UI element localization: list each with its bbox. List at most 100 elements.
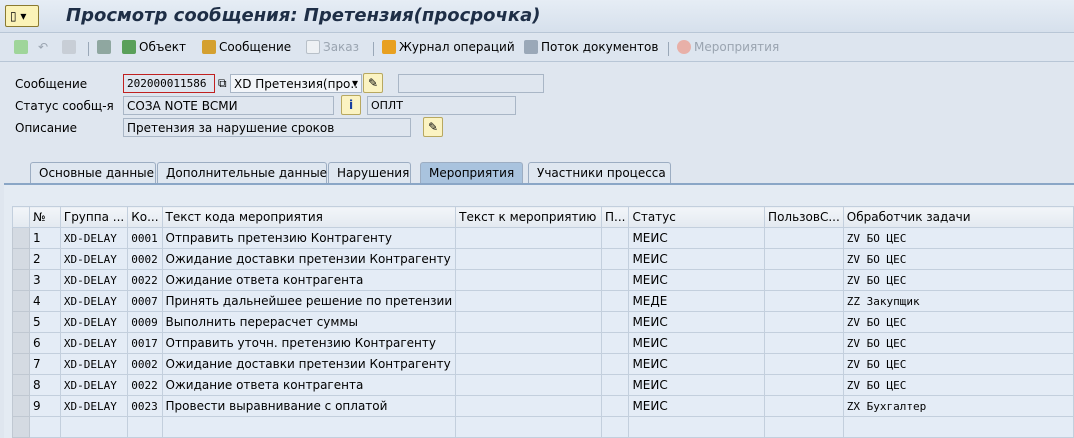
row-selector[interactable] [12, 248, 30, 270]
message-label: Сообщение [15, 77, 88, 91]
row-selector[interactable] [12, 332, 30, 354]
cell-user-status [764, 248, 844, 270]
status-field: СОЗА NOTE ВСМИ [123, 96, 334, 115]
description-field: Претензия за нарушение сроков [123, 118, 411, 137]
cell-p [600, 311, 630, 333]
status-label: Статус сообщ-я [15, 99, 114, 113]
cell-status: МЕИС [628, 332, 766, 354]
cell-p [600, 374, 630, 396]
partner-icon[interactable] [97, 40, 111, 54]
cell-p [600, 353, 630, 375]
table-row[interactable] [12, 416, 1074, 438]
cell-user-status [764, 269, 844, 291]
object-icon [122, 40, 136, 54]
table-row[interactable]: 5 XD-DELAY 0009 Выполнить перерасчет суммы М… [12, 311, 1074, 333]
tab-activities[interactable]: Мероприятия [420, 162, 523, 183]
cell-number: 5 [29, 311, 61, 333]
message-button[interactable]: Сообщение [202, 40, 291, 54]
select-all-cell[interactable] [12, 206, 30, 228]
info-icon[interactable]: i [341, 95, 361, 115]
cell-p [600, 416, 630, 438]
table-row[interactable]: 3 XD-DELAY 0022 Ожидание ответа контрагента… [12, 269, 1074, 291]
cell-task-processor: ZV БО ЦЕС [842, 374, 1074, 396]
document-icon [306, 40, 320, 54]
title-bar: ▯ ▾ Просмотр сообщения: Претензия(просро… [0, 0, 1074, 33]
cell-activity-text [455, 395, 602, 417]
order-button[interactable]: Заказ [306, 40, 359, 54]
column-header-number[interactable]: № [29, 206, 61, 228]
cell-code-text: Ожидание доставки претензии Контрагенту [161, 248, 457, 270]
copy-icon[interactable]: ⧉ [218, 76, 227, 91]
row-selector[interactable] [12, 374, 30, 396]
cell-group: XD-DELAY [59, 227, 129, 249]
column-header-activity-text[interactable]: Текст к мероприятию [455, 206, 602, 228]
message-type-dropdown[interactable]: XD Претензия(про.. ▾ [230, 74, 362, 93]
cell-group: XD-DELAY [59, 311, 129, 333]
cell-status: МЕИС [628, 395, 766, 417]
cell-group: XD-DELAY [59, 395, 129, 417]
column-header-code[interactable]: Ко... [127, 206, 163, 228]
cell-user-status [764, 374, 844, 396]
activities-button[interactable]: Мероприятия [677, 40, 779, 54]
cell-number: 6 [29, 332, 61, 354]
cell-code-text [161, 416, 457, 438]
undo-icon[interactable]: ↶ [38, 40, 48, 54]
table-row[interactable]: 7 XD-DELAY 0002 Ожидание доставки претензии… [12, 353, 1074, 375]
cell-number: 9 [29, 395, 61, 417]
tab-main-data[interactable]: Основные данные [30, 162, 156, 183]
column-header-task-processor[interactable]: Обработчик задачи [842, 206, 1074, 228]
cell-code: 0002 [127, 248, 163, 270]
row-selector[interactable] [12, 311, 30, 333]
table-row[interactable]: 6 XD-DELAY 0017 Отправить уточн. претензию … [12, 332, 1074, 354]
cell-code-text: Ожидание ответа контрагента [161, 269, 457, 291]
flag-icon[interactable] [14, 40, 28, 54]
cell-status: МЕИС [628, 248, 766, 270]
table-row[interactable]: 4 XD-DELAY 0007 Принять дальнейшее решение … [12, 290, 1074, 312]
cell-task-processor: ZV БО ЦЕС [842, 227, 1074, 249]
table-row[interactable]: 2 XD-DELAY 0002 Ожидание доставки претензии… [12, 248, 1074, 270]
column-header-group[interactable]: Группа ... [59, 206, 129, 228]
system-menu-button[interactable]: ▯ ▾ [5, 5, 39, 27]
tab-process-participants[interactable]: Участники процесса [528, 162, 671, 183]
table-row[interactable]: 1 XD-DELAY 0001 Отправить претензию Контраг… [12, 227, 1074, 249]
edit-pencil-button[interactable]: ✎ [363, 73, 383, 93]
column-header-p[interactable]: П... [600, 206, 630, 228]
journal-button[interactable]: Журнал операций [382, 40, 515, 54]
column-header-user-status[interactable]: ПользовС... [764, 206, 844, 228]
cell-activity-text [455, 227, 602, 249]
status-code-field: ОПЛТ [367, 96, 516, 115]
column-header-code-text[interactable]: Текст кода мероприятия [161, 206, 457, 228]
cell-code-text: Отправить уточн. претензию Контрагенту [161, 332, 457, 354]
cell-activity-text [455, 248, 602, 270]
cell-user-status [764, 416, 844, 438]
row-selector[interactable] [12, 353, 30, 375]
cell-number: 1 [29, 227, 61, 249]
message-number-field[interactable]: 202000011586 [123, 74, 215, 93]
cell-activity-text [455, 353, 602, 375]
row-selector[interactable] [12, 227, 30, 249]
cell-user-status [764, 395, 844, 417]
cell-activity-text [455, 311, 602, 333]
column-header-status[interactable]: Статус [628, 206, 766, 228]
edit-text-button[interactable]: ✎ [423, 117, 443, 137]
document-flow-button[interactable]: Поток документов [524, 40, 658, 54]
row-selector[interactable] [12, 290, 30, 312]
object-button[interactable]: Объект [122, 40, 186, 54]
cell-status: МЕИС [628, 311, 766, 333]
table-row[interactable]: 9 XD-DELAY 0023 Провести выравнивание с опл… [12, 395, 1074, 417]
journal-icon [382, 40, 396, 54]
table-row[interactable]: 8 XD-DELAY 0022 Ожидание ответа контрагента… [12, 374, 1074, 396]
cell-number: 4 [29, 290, 61, 312]
cell-user-status [764, 353, 844, 375]
row-selector[interactable] [12, 416, 30, 438]
cell-task-processor: ZZ Закупщик [842, 290, 1074, 312]
cell-number: 7 [29, 353, 61, 375]
cell-task-processor [842, 416, 1074, 438]
cell-code-text: Ожидание доставки претензии Контрагенту [161, 353, 457, 375]
row-selector[interactable] [12, 269, 30, 291]
cell-code-text: Принять дальнейшее решение по претензии [161, 290, 457, 312]
tab-additional-data[interactable]: Дополнительные данные [157, 162, 327, 183]
row-selector[interactable] [12, 395, 30, 417]
checkered-flag-icon[interactable] [62, 40, 76, 54]
tab-violations[interactable]: Нарушения [328, 162, 411, 183]
